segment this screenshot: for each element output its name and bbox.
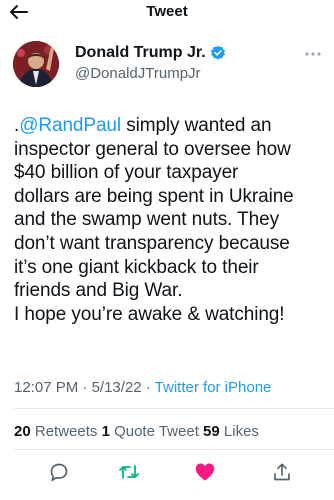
divider bbox=[14, 408, 334, 409]
retweets-stat[interactable]: 20 Retweets bbox=[14, 423, 97, 440]
likes-label: Likes bbox=[223, 423, 259, 440]
verified-badge-icon bbox=[210, 45, 225, 60]
tweet-date: 5/13/22 bbox=[91, 379, 142, 396]
engagement-stats: 20 Retweets 1 Quote Tweet 59 Likes bbox=[14, 423, 259, 440]
quotes-stat[interactable]: 1 Quote Tweet bbox=[102, 423, 199, 440]
tweet-body: simply wanted an inspector general to ov… bbox=[14, 115, 294, 325]
tweet-text: .@RandPaul simply wanted an inspector ge… bbox=[14, 114, 332, 326]
retweet-button[interactable] bbox=[117, 460, 141, 484]
retweets-label: Retweets bbox=[34, 423, 98, 440]
top-bar: Tweet bbox=[0, 0, 334, 24]
reply-button[interactable] bbox=[47, 460, 71, 484]
author-handle[interactable]: @DonaldJTrumpJr bbox=[75, 65, 201, 82]
likes-count: 59 bbox=[203, 423, 220, 440]
author-name[interactable]: Donald Trump Jr. bbox=[75, 44, 226, 62]
share-icon bbox=[274, 463, 290, 481]
retweet-icon bbox=[119, 465, 139, 479]
likes-stat[interactable]: 59 Likes bbox=[203, 423, 259, 440]
heart-icon bbox=[195, 463, 215, 481]
retweets-count: 20 bbox=[14, 423, 31, 440]
avatar-image bbox=[13, 41, 59, 87]
page-title: Tweet bbox=[146, 3, 188, 20]
quotes-count: 1 bbox=[101, 423, 110, 440]
meta-separator: · bbox=[78, 379, 92, 396]
divider bbox=[14, 449, 334, 450]
like-button[interactable] bbox=[193, 460, 217, 484]
tweet-time: 12:07 PM bbox=[14, 379, 79, 396]
share-button[interactable] bbox=[270, 460, 294, 484]
action-bar bbox=[0, 457, 334, 487]
avatar[interactable] bbox=[13, 41, 59, 87]
author-display-name: Donald Trump Jr. bbox=[75, 44, 206, 61]
meta-separator-2: · bbox=[141, 379, 155, 396]
reply-icon bbox=[50, 463, 68, 482]
quotes-label: Quote Tweet bbox=[114, 423, 199, 440]
tweet-meta: 12:07 PM · 5/13/22 · Twitter for iPhone bbox=[14, 379, 271, 396]
mention-link[interactable]: @RandPaul bbox=[19, 115, 121, 136]
more-options-icon[interactable] bbox=[304, 51, 322, 57]
tweet-source-link[interactable]: Twitter for iPhone bbox=[155, 379, 272, 396]
